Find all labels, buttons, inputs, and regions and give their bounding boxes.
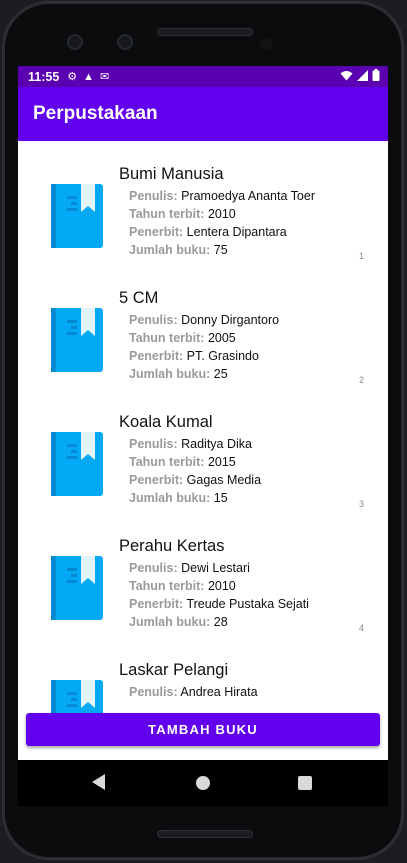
earpiece-speaker — [157, 28, 253, 36]
battery-icon — [372, 69, 380, 84]
add-book-button[interactable]: TAMBAH BUKU — [26, 713, 380, 746]
status-time: 11:55 — [28, 69, 60, 84]
book-author-row: Penulis: Andrea Hirata — [119, 683, 258, 701]
bottom-speaker — [157, 830, 253, 838]
book-count-label: Jumlah buku: — [129, 243, 211, 257]
book-author-value: Donny Dirgantoro — [181, 313, 280, 327]
book-year-label: Tahun terbit: — [129, 331, 205, 345]
app-bar: Perpustakaan — [18, 87, 388, 141]
book-year-value: 2010 — [207, 207, 236, 221]
book-count-value: 25 — [213, 367, 228, 381]
signal-icon — [357, 69, 368, 84]
warning-icon: ▲ — [83, 70, 95, 83]
book-count-row: Jumlah buku: 28 — [119, 613, 309, 631]
front-sensor — [117, 34, 133, 50]
front-camera — [67, 34, 83, 50]
book-publisher-value: PT. Grasindo — [186, 349, 259, 363]
book-title: 5 CM — [119, 289, 159, 307]
status-right-icons — [340, 69, 380, 84]
app-title: Perpustakaan — [33, 103, 158, 124]
item-number: 2 — [358, 375, 364, 385]
book-count-label: Jumlah buku: — [129, 491, 211, 505]
book-year-value: 2015 — [207, 455, 236, 469]
book-details: Koala Kumal Penulis: Raditya Dika Tahun te… — [119, 413, 261, 507]
gear-icon: ⚙ — [67, 71, 78, 83]
book-author-row: Penulis: Dewi Lestari — [119, 559, 309, 577]
book-count-value: 28 — [213, 615, 228, 629]
book-publisher-label: Penerbit: — [129, 597, 184, 611]
book-author-label: Penulis: — [129, 189, 178, 203]
book-publisher-label: Penerbit: — [129, 349, 184, 363]
book-details: Laskar Pelangi Penulis: Andrea Hirata — [119, 661, 258, 701]
book-year-value: 2005 — [207, 331, 236, 345]
book-author-value: Dewi Lestari — [181, 561, 250, 575]
home-icon[interactable] — [196, 776, 210, 790]
book-details: Perahu Kertas Penulis: Dewi Lestari Tahun … — [119, 537, 309, 631]
book-count-row: Jumlah buku: 15 — [119, 489, 261, 507]
book-publisher-row: Penerbit: Treude Pustaka Sejati — [119, 595, 309, 613]
book-year-label: Tahun terbit: — [129, 207, 205, 221]
book-count-label: Jumlah buku: — [129, 615, 211, 629]
book-publisher-label: Penerbit: — [129, 225, 184, 239]
book-icon — [51, 308, 103, 372]
book-author-label: Penulis: — [129, 313, 178, 327]
book-author-value: Andrea Hirata — [180, 685, 258, 699]
book-title: Koala Kumal — [119, 413, 213, 431]
book-icon — [51, 432, 103, 496]
nav-bar — [18, 760, 388, 806]
book-title: Laskar Pelangi — [119, 661, 229, 679]
top-bezel — [3, 2, 403, 66]
list-item[interactable]: 5 CM Penulis: Donny Dirgantoro Tahun terbi… — [18, 265, 388, 389]
book-author-row: Penulis: Raditya Dika — [119, 435, 261, 453]
book-count-row: Jumlah buku: 25 — [119, 365, 279, 383]
list-item[interactable]: Bumi Manusia Penulis: Pramoedya Ananta To… — [18, 141, 388, 265]
book-author-label: Penulis: — [129, 561, 178, 575]
book-publisher-row: Penerbit: PT. Grasindo — [119, 347, 279, 365]
book-publisher-value: Treude Pustaka Sejati — [186, 597, 309, 611]
book-icon — [51, 184, 103, 248]
item-number: 1 — [358, 251, 364, 261]
book-details: 5 CM Penulis: Donny Dirgantoro Tahun terbi… — [119, 289, 279, 383]
book-count-label: Jumlah buku: — [129, 367, 211, 381]
book-year-row: Tahun terbit: 2010 — [119, 577, 309, 595]
book-author-label: Penulis: — [129, 685, 178, 699]
book-details: Bumi Manusia Penulis: Pramoedya Ananta To… — [119, 165, 315, 259]
book-publisher-row: Penerbit: Lentera Dipantara — [119, 223, 315, 241]
book-author-label: Penulis: — [129, 437, 178, 451]
book-author-row: Penulis: Donny Dirgantoro — [119, 311, 279, 329]
status-bar: 11:55 ⚙ ▲ ✉ — [18, 66, 388, 87]
book-publisher-value: Gagas Media — [186, 473, 262, 487]
book-icon — [51, 556, 103, 620]
proximity-sensor — [260, 38, 272, 50]
book-count-value: 75 — [213, 243, 228, 257]
book-list[interactable]: Bumi Manusia Penulis: Pramoedya Ananta To… — [18, 141, 388, 760]
book-count-value: 15 — [213, 491, 228, 505]
book-count-row: Jumlah buku: 75 — [119, 241, 315, 259]
list-item[interactable]: Perahu Kertas Penulis: Dewi Lestari Tahun … — [18, 513, 388, 637]
book-publisher-row: Penerbit: Gagas Media — [119, 471, 261, 489]
book-year-row: Tahun terbit: 2010 — [119, 205, 315, 223]
back-icon[interactable] — [92, 774, 105, 790]
book-year-label: Tahun terbit: — [129, 579, 205, 593]
recent-apps-icon[interactable] — [298, 776, 312, 790]
item-number: 4 — [358, 623, 364, 633]
book-year-row: Tahun terbit: 2015 — [119, 453, 261, 471]
mail-icon: ✉ — [100, 71, 110, 83]
item-number: 3 — [358, 499, 364, 509]
book-year-row: Tahun terbit: 2005 — [119, 329, 279, 347]
book-year-label: Tahun terbit: — [129, 455, 205, 469]
book-year-value: 2010 — [207, 579, 236, 593]
book-publisher-label: Penerbit: — [129, 473, 184, 487]
book-author-row: Penulis: Pramoedya Ananta Toer — [119, 187, 315, 205]
wifi-icon — [340, 70, 353, 84]
book-title: Perahu Kertas — [119, 537, 225, 555]
book-author-value: Raditya Dika — [181, 437, 252, 451]
book-title: Bumi Manusia — [119, 165, 224, 183]
list-item[interactable]: Koala Kumal Penulis: Raditya Dika Tahun te… — [18, 389, 388, 513]
book-author-value: Pramoedya Ananta Toer — [181, 189, 315, 203]
book-publisher-value: Lentera Dipantara — [186, 225, 287, 239]
app-screen: 11:55 ⚙ ▲ ✉ Perpustakaan Bumi Manusia Pen… — [18, 66, 388, 760]
